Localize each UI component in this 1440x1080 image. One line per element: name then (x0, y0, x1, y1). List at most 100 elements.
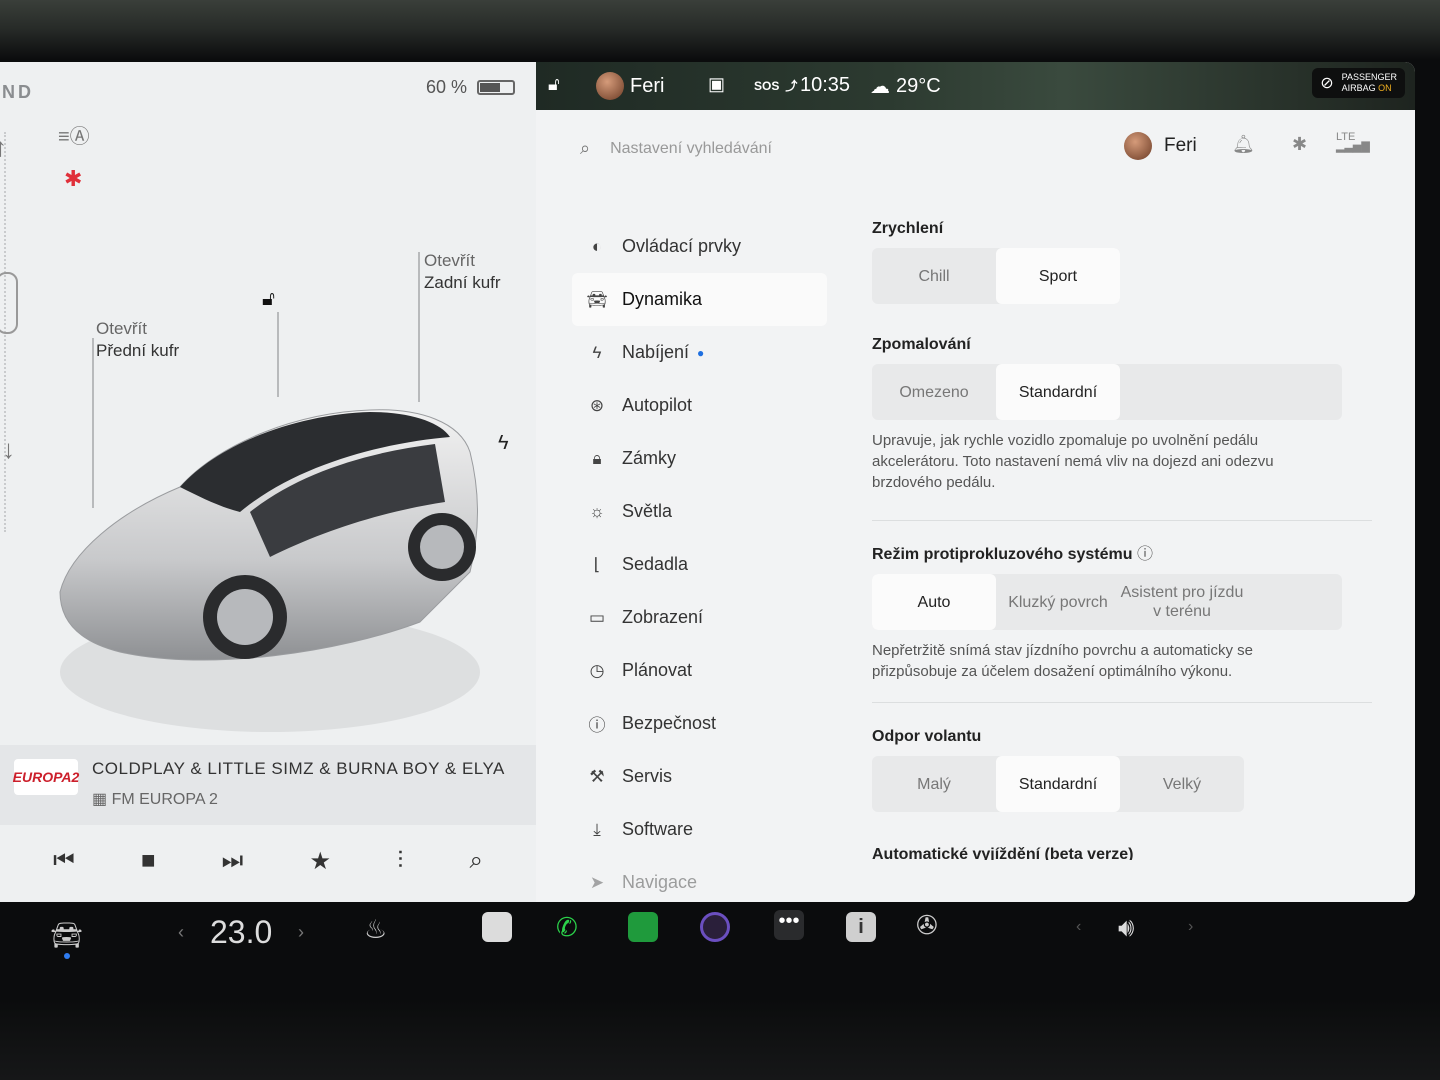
sun-icon: ☼ (589, 501, 605, 521)
temp-down-button[interactable]: ‹ (178, 922, 184, 943)
avatar (596, 72, 624, 100)
toggle-icon: ◐ (591, 236, 603, 256)
car-active-dot (63, 953, 70, 959)
regen-section: Zpomalování Omezeno Standardní Upravuje, … (872, 336, 1342, 493)
touchscreen: ND 60 % ≡Ⓐ ✱ ↑ ↓ Otevřít Přední kufr Ote… (0, 62, 1415, 902)
settings-user-name: Feri (1164, 135, 1197, 156)
sos-indicator: SOS ⤴ (754, 78, 798, 94)
trunk-callout-line (418, 252, 420, 402)
bluetooth-icon[interactable]: ✱ (1292, 134, 1307, 155)
equalizer-icon[interactable]: ⫶ (397, 847, 403, 875)
favorite-star-icon[interactable]: ★ (309, 847, 331, 876)
steering-option[interactable]: Velký (1120, 756, 1244, 812)
passenger-airbag-status: ⊘ PASSENGER AIRBAG ON (1312, 68, 1405, 98)
traction-title-text: Režim protiprokluzového systému (872, 546, 1133, 563)
next-track-icon[interactable]: ⏭ (222, 847, 244, 875)
stocks-app-icon[interactable] (628, 912, 658, 942)
nav-item-label: Světla (622, 501, 673, 521)
charge-port-icon[interactable]: ϟ (498, 432, 509, 455)
traction-description: Nepřetržitě snímá stav jízdního povrchu … (872, 642, 1254, 680)
media-player[interactable]: EUROPA2 COLDPLAY & LITTLE SIMZ & BURNA B… (0, 745, 536, 825)
dashcam-icon[interactable]: ▣ (708, 74, 725, 95)
manual-tile: i (846, 912, 876, 942)
regen-option[interactable]: Standardní (996, 364, 1120, 420)
stop-icon[interactable]: ■ (141, 847, 156, 875)
nav-item[interactable]: ⓘ Bezpečnost (572, 697, 827, 750)
settings-nav: ◐ Ovládací prvky 🚘︎ Dynamika ϟ Nabíjení ● ⊛ Auto… (572, 220, 827, 902)
station-name: ▦ FM EUROPA 2 (92, 791, 218, 808)
stocks-tile (628, 912, 658, 942)
nav-item[interactable]: ⚒ Servis (572, 750, 827, 803)
avatar (1124, 132, 1152, 160)
settings-search[interactable]: ⌕ Nastavení vyhledávání (580, 138, 772, 159)
previous-track-icon[interactable]: ⏮ (53, 847, 75, 875)
signal-icon: LTE ▂▃▅▇ (1336, 131, 1370, 153)
sos-label: SOS (754, 78, 780, 93)
airbag-line2: AIRBAG (1341, 83, 1376, 93)
car-outline-icon (0, 272, 18, 334)
nav-item[interactable]: ▭ Zobrazení (572, 591, 827, 644)
station-logo: EUROPA2 (13, 759, 79, 795)
next-section-title: Automatické vyjíždění (beta verze) (872, 846, 1134, 860)
nav-item[interactable]: ϟ Nabíjení ● (572, 326, 827, 379)
nav-item[interactable]: ◐ Ovládací prvky (572, 220, 827, 273)
arrow-down-icon: ↓ (2, 434, 15, 464)
cabin-temperature[interactable]: 23.0 (210, 914, 272, 951)
nav-item[interactable]: ☼ Světla (572, 485, 827, 538)
car-icon: 🚘︎ (586, 289, 608, 309)
app-tile (482, 912, 512, 942)
trunk-action-label: Otevřít (424, 251, 476, 270)
clock: 10:35 (800, 74, 851, 96)
nav-item[interactable]: ⤓ Software (572, 803, 827, 856)
steering-option[interactable]: Standardní (996, 756, 1120, 812)
volume-down-button[interactable]: ‹ (1076, 918, 1081, 936)
steering-section: Odpor volantu Malý Standardní Velký (872, 728, 1244, 812)
search-icon: ⌕ (580, 138, 591, 158)
acceleration-option[interactable]: Chill (872, 248, 996, 304)
volume-up-button[interactable]: › (1188, 918, 1193, 936)
volume-icon[interactable]: 🔊︎ (1118, 912, 1134, 944)
search-icon[interactable]: ⌕ (469, 847, 482, 875)
unlock-icon[interactable]: 🔓︎ (262, 288, 275, 311)
seat-heater-icon[interactable]: ♨ (364, 914, 387, 945)
nav-item-label: Software (622, 819, 694, 839)
manual-icon[interactable]: i (846, 912, 876, 942)
nav-item[interactable]: ◷ Plánovat (572, 644, 827, 697)
open-trunk-button[interactable]: Otevřít Zadní kufr (424, 250, 501, 294)
gear-indicator: ND (2, 82, 34, 102)
unlock-status-icon[interactable]: 🔓︎ (548, 74, 560, 95)
steering-option[interactable]: Malý (872, 756, 996, 812)
traction-option[interactable]: Kluzký povrch (996, 574, 1120, 630)
nav-item[interactable]: 🚘︎ Dynamika (572, 273, 827, 326)
acceleration-option[interactable]: Sport (996, 248, 1120, 304)
notification-bell-icon[interactable]: 🔔︎ (1232, 134, 1255, 155)
regen-option[interactable]: Omezeno (872, 364, 996, 420)
media-controls: ⏮ ■ ⏭ ★ ⫶ ⌕ (0, 825, 536, 897)
traction-section: Režim protiprokluzového systému ⓘ Auto Kl… (872, 540, 1342, 682)
phone-icon[interactable]: ✆ (556, 912, 578, 943)
steering-selector: Malý Standardní Velký (872, 756, 1244, 812)
traction-option[interactable]: Asistent pro jízdu v terénu (1120, 574, 1244, 630)
open-frunk-button[interactable]: Otevřít Přední kufr (96, 318, 179, 362)
nav-item[interactable]: 🔒︎ Zámky (572, 432, 827, 485)
more-apps-icon[interactable]: ••• (774, 910, 804, 940)
nav-item[interactable]: ⌊ Sedadla (572, 538, 827, 591)
settings-profile[interactable]: Feri (1124, 132, 1197, 160)
fan-icon[interactable]: ✇ (916, 910, 938, 941)
camera-icon[interactable] (700, 912, 730, 942)
nav-item[interactable]: ⊛ Autopilot (572, 379, 827, 432)
airbag-text: PASSENGER AIRBAG ON (1342, 72, 1397, 94)
profile-button[interactable]: Feri (596, 72, 664, 100)
battery-percent: 60 % (426, 77, 468, 97)
temp-up-button[interactable]: › (298, 922, 304, 943)
info-icon[interactable]: ⓘ (1137, 546, 1153, 563)
acceleration-title: Zrychlení (872, 220, 944, 237)
car-icon[interactable]: 🚘︎ (50, 920, 83, 959)
auto-headlights-icon[interactable]: ≡Ⓐ (58, 120, 90, 149)
steering-title: Odpor volantu (872, 728, 982, 745)
search-placeholder: Nastavení vyhledávání (610, 139, 772, 157)
app-launcher-icon[interactable] (482, 912, 512, 942)
acceleration-selector: Chill Sport (872, 248, 1120, 304)
traction-option[interactable]: Auto (872, 574, 996, 630)
airbag-icon: ⊘ (1320, 74, 1334, 92)
